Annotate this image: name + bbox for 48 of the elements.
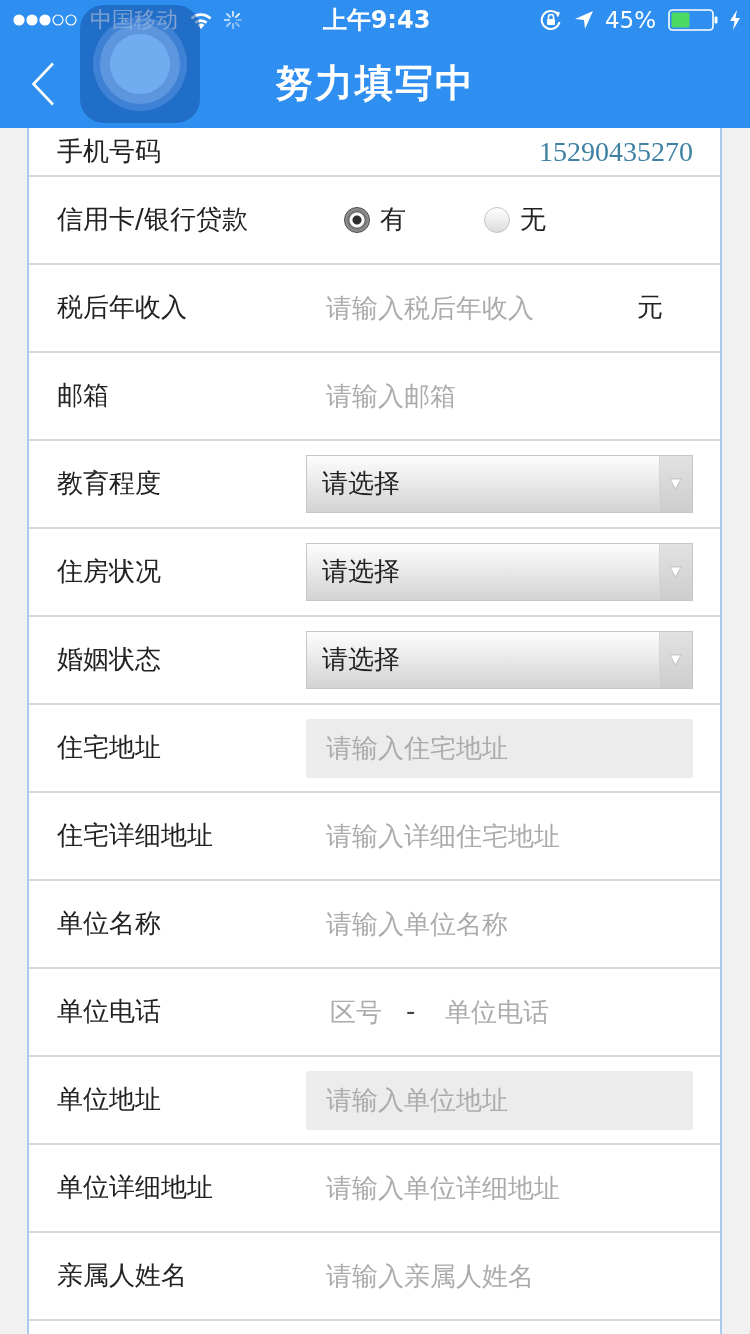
caret-icon: [659, 456, 692, 512]
field-label: 信用卡/银行贷款: [57, 204, 249, 236]
carrier-name: 中国移动: [90, 9, 178, 31]
field-label: 教育程度: [57, 468, 162, 500]
location-arrow-icon: [574, 11, 593, 29]
radio-option[interactable]: 有: [344, 204, 406, 236]
clock-time: 上午9:43: [322, 8, 431, 32]
field-label: 邮箱: [57, 380, 110, 412]
text-input-field[interactable]: 请输入单位名称: [306, 894, 693, 954]
field-label: 单位地址: [57, 1084, 162, 1116]
back-icon: [31, 62, 55, 106]
dropdown-select[interactable]: 请选择: [306, 543, 693, 601]
text-input-field[interactable]: 请输入亲属人姓名: [306, 1246, 693, 1306]
battery-percentage: 45%: [604, 8, 656, 32]
field-label: 手机号码: [57, 135, 162, 168]
caret-icon: [659, 632, 692, 688]
text-input-field[interactable]: 请输入税后年收入: [306, 278, 621, 338]
field-label: 住宅详细地址: [57, 820, 214, 852]
field-label: 单位名称: [57, 908, 162, 940]
text-input-field[interactable]: 请输入单位详细地址: [306, 1158, 693, 1218]
phone-number-text: 15290435270: [539, 134, 693, 169]
phone-input-field[interactable]: 单位电话: [419, 982, 693, 1042]
area-code-field[interactable]: 区号: [306, 982, 402, 1042]
charging-bolt-icon: [730, 10, 740, 30]
text-input-field[interactable]: 请输入邮箱: [306, 366, 693, 426]
wifi-icon: [189, 11, 213, 29]
field-label: 单位电话: [57, 996, 162, 1028]
dropdown-select[interactable]: 请选择: [306, 455, 693, 513]
signal-strength-icon: [13, 14, 79, 26]
field-label: 亲属人姓名: [57, 1260, 188, 1292]
text-input-field[interactable]: 请输入详细住宅地址: [306, 806, 693, 866]
rotation-lock-icon: [538, 8, 563, 32]
unit-text: 元: [636, 292, 664, 324]
loading-spinner-icon: [224, 11, 242, 29]
field-label: 婚姻状态: [57, 644, 162, 676]
back-button[interactable]: [31, 62, 55, 106]
dash-separator: -: [406, 996, 416, 1028]
radio-icon[interactable]: [344, 207, 370, 233]
page-title: 努力填写中: [275, 61, 475, 107]
caret-icon: [659, 544, 692, 600]
field-label: 住房状况: [57, 556, 162, 588]
field-label: 税后年收入: [57, 292, 188, 324]
floating-touch-button[interactable]: [80, 5, 200, 123]
field-label: 单位详细地址: [57, 1172, 214, 1204]
dropdown-select[interactable]: 请选择: [306, 631, 693, 689]
field-label: 住宅地址: [57, 732, 162, 764]
battery-icon: [668, 9, 718, 31]
radio-option[interactable]: 无: [484, 204, 546, 236]
